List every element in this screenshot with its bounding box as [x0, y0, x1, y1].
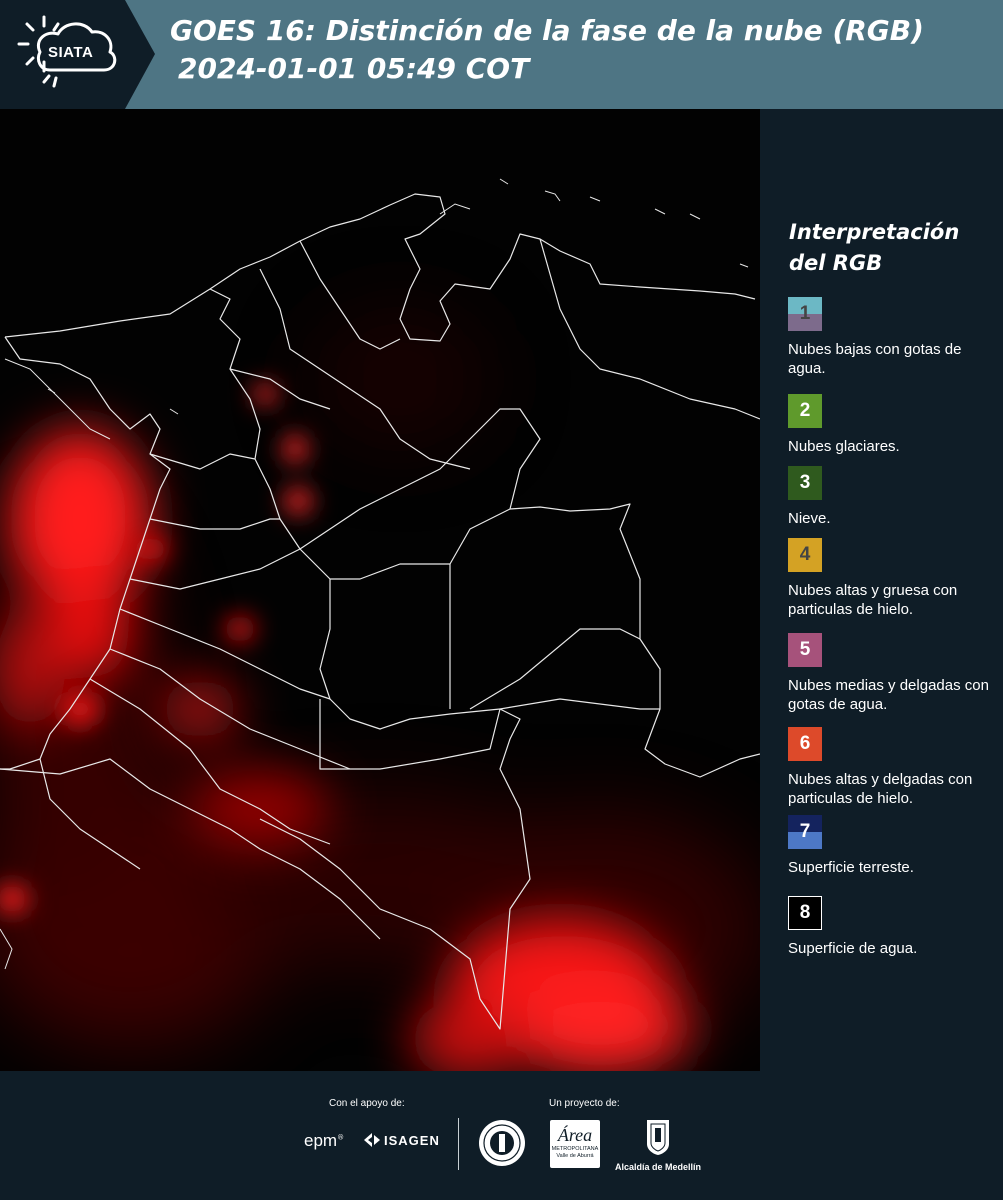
area-subtext-2: Valle de Aburrá	[556, 1153, 594, 1159]
legend-description: Nieve.	[788, 510, 831, 527]
legend-item: 6 Nubes altas y delgadas con particulas d…	[788, 727, 1000, 808]
legend-panel: Interpretación del RGB 1 Nubes bajas con …	[760, 109, 1003, 1071]
area-metropolitana-logo: Área METROPOLITANA Valle de Aburrá	[550, 1120, 600, 1168]
siata-logo: SIATA	[0, 0, 155, 109]
legend-swatch: 5	[788, 633, 822, 667]
project-label: Un proyecto de:	[549, 1098, 620, 1109]
title-line-1: GOES 16: Distinción de la fase de la nub…	[170, 14, 924, 47]
legend-number: 2	[799, 400, 811, 421]
epm-logo: epm®	[304, 1131, 345, 1150]
legend-description: Superficie de agua.	[788, 940, 918, 957]
legend-swatch: 4	[788, 538, 822, 572]
legend-title: Interpretación del RGB	[789, 217, 959, 279]
legend-item: 5 Nubes medias y delgadas con gotas de ag…	[788, 633, 1000, 714]
legend-title-line-1: Interpretación	[789, 220, 960, 244]
legend-number: 8	[799, 902, 811, 923]
legend-item: 4 Nubes altas y gruesa con particulas de …	[788, 538, 1000, 619]
alcaldia-logo: Alcaldía de Medellín	[612, 1118, 704, 1172]
isagen-logo-text: ISAGEN	[384, 1132, 440, 1148]
legend-swatch: 1	[788, 297, 822, 331]
legend-swatch: 3	[788, 466, 822, 500]
support-label: Con el apoyo de:	[329, 1098, 405, 1109]
legend-swatch: 6	[788, 727, 822, 761]
legend-item: 8 Superficie de agua.	[788, 896, 1000, 958]
isagen-logo: ISAGEN	[362, 1131, 440, 1149]
area-subtext-1: METROPOLITANA	[551, 1146, 599, 1152]
legend-number: 5	[799, 639, 811, 660]
legend-number: 6	[799, 733, 811, 754]
legend-description: Nubes altas y gruesa con particulas de h…	[788, 582, 958, 618]
legend-item: 3 Nieve.	[788, 466, 1000, 528]
legend-number: 7	[799, 821, 811, 842]
legend-number: 4	[799, 544, 811, 565]
legend-description: Nubes bajas con gotas de agua.	[788, 341, 962, 377]
legend-swatch: 2	[788, 394, 822, 428]
legend-swatch: 7	[788, 815, 822, 849]
satellite-image	[0, 109, 760, 1071]
legend-item: 7 Superficie terreste.	[788, 815, 1000, 877]
area-logo-text: Área	[557, 1125, 593, 1145]
satellite-map	[0, 109, 760, 1071]
legend-swatch: 8	[788, 896, 822, 930]
isagen-mark-icon	[364, 1133, 380, 1147]
alcaldia-shield-icon	[647, 1120, 669, 1155]
epm-logo-text: epm	[304, 1131, 338, 1150]
legend-item: 2 Nubes glaciares.	[788, 394, 1000, 456]
legend-description: Nubes altas y delgadas con particulas de…	[788, 771, 973, 807]
title-line-2: 2024-01-01 05:49 COT	[178, 52, 530, 85]
header-bar: SIATA GOES 16: Distinción de la fase de …	[0, 0, 1003, 109]
seal-icon	[479, 1120, 525, 1166]
page-title: GOES 16: Distinción de la fase de la nub…	[170, 12, 924, 88]
legend-title-line-2: del RGB	[789, 251, 883, 275]
footer-divider	[458, 1118, 459, 1170]
legend-number: 3	[799, 472, 811, 493]
seal-logo	[477, 1118, 527, 1172]
legend-description: Nubes glaciares.	[788, 438, 900, 455]
legend-description: Superficie terreste.	[788, 859, 914, 876]
siata-logo-text: SIATA	[48, 44, 94, 61]
legend-description: Nubes medias y delgadas con gotas de agu…	[788, 677, 989, 713]
legend-number: 1	[799, 303, 811, 324]
legend-item: 1 Nubes bajas con gotas de agua.	[788, 297, 1000, 378]
alcaldia-logo-text: Alcaldía de Medellín	[614, 1162, 702, 1172]
footer: Con el apoyo de: Un proyecto de: epm® IS…	[0, 1071, 1003, 1200]
